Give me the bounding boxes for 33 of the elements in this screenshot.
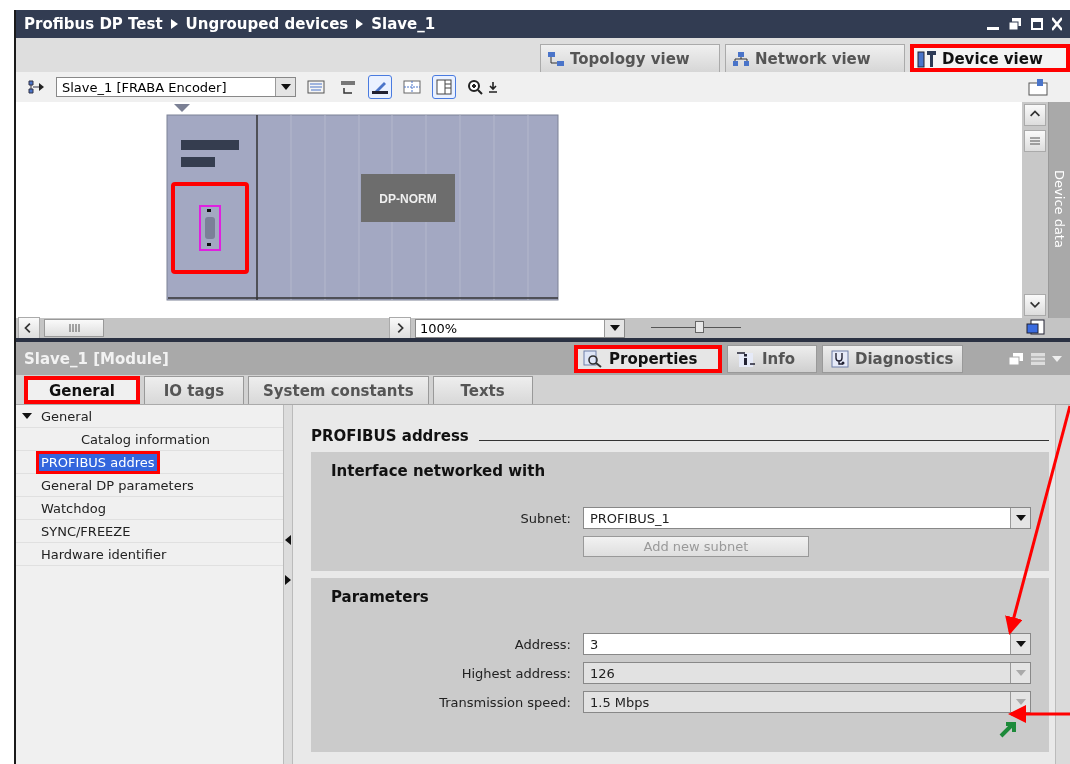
nav-item[interactable]: Hardware identifier xyxy=(36,542,172,566)
breadcrumb-item[interactable]: Slave_1 xyxy=(371,15,436,33)
dropdown-field[interactable]: 3 xyxy=(583,633,1031,655)
nav-item[interactable]: General xyxy=(36,404,98,428)
field-label: Subnet: xyxy=(519,510,571,526)
view-tab[interactable]: Device view xyxy=(910,44,1070,72)
nav-item[interactable]: Watchdog xyxy=(36,496,111,520)
device-dropdown[interactable]: Slave_1 [FRABA Encoder] xyxy=(56,77,296,97)
zoom-dropdown[interactable]: 100% xyxy=(415,318,625,338)
group-title: Interface networked with xyxy=(331,462,547,480)
field-label: Highest address: xyxy=(460,665,571,681)
nav-item[interactable]: PROFIBUS addres xyxy=(36,450,160,474)
section-tab[interactable]: Texts xyxy=(432,376,533,404)
field-label: Address: xyxy=(513,636,571,652)
view-tab[interactable]: Network view xyxy=(725,44,905,72)
group-title: Parameters xyxy=(331,588,430,606)
nav-item[interactable]: Catalog information xyxy=(76,427,216,451)
module-label: DP-NORM xyxy=(379,192,437,206)
breadcrumb-item[interactable]: Profibus DP Test xyxy=(24,15,163,33)
field-label: Transmission speed: xyxy=(438,694,571,710)
inspector-tab[interactable]: Info xyxy=(727,344,817,373)
dropdown-field[interactable]: PROFIBUS_1 xyxy=(583,507,1031,529)
section-heading: PROFIBUS address xyxy=(311,427,469,445)
section-tab[interactable]: IO tags xyxy=(144,376,244,404)
inspector-tab[interactable]: Diagnostics xyxy=(822,344,963,373)
inspector-tab[interactable]: Properties xyxy=(574,344,722,373)
view-tab[interactable]: Topology view xyxy=(540,44,720,72)
section-tab[interactable]: System constants xyxy=(248,376,429,404)
breadcrumb-item[interactable]: Ungrouped devices xyxy=(185,15,349,33)
nav-item[interactable]: SYNC/FREEZE xyxy=(36,519,136,543)
section-tab[interactable]: General xyxy=(24,376,140,404)
inspector-title: Slave_1 [Module] xyxy=(24,349,170,368)
nav-item[interactable]: General DP parameters xyxy=(36,473,199,497)
